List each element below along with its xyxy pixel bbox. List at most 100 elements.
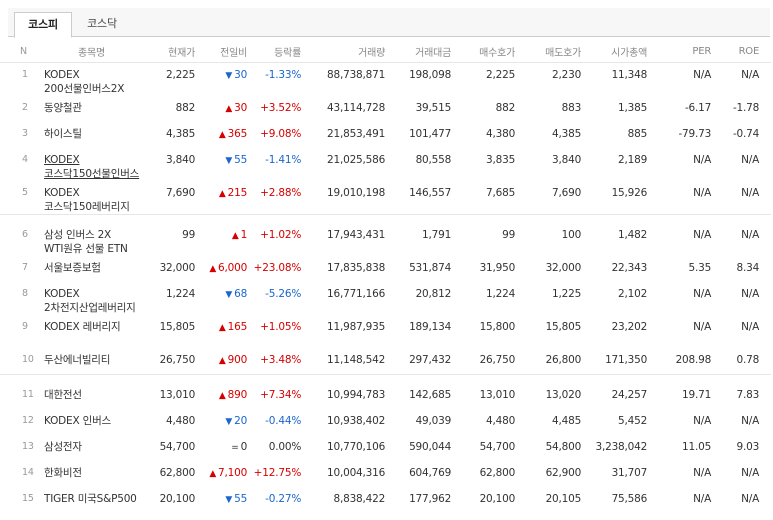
row-number: 1 — [22, 69, 28, 80]
roe-value: 0.78 — [736, 354, 760, 366]
per-value: N/A — [693, 321, 712, 333]
ask-price: 62,900 — [545, 467, 582, 479]
per-value: -79.73 — [678, 128, 712, 140]
table-row[interactable]: 12 KODEX 인버스 4,480 ▼ 20 -0.44% 10,938,402 49,03… — [0, 409, 771, 435]
stock-name-link[interactable]: 대한전선 — [44, 383, 139, 409]
change-amount: 900 — [227, 354, 248, 366]
market-cap: 23,202 — [611, 321, 648, 333]
stock-table: N 종목명 현재가 전일비 등락률 거래량 거래대금 매수호가 매도호가 시가총… — [0, 40, 772, 520]
stock-name-link[interactable]: 두산에너빌리티 — [44, 348, 139, 375]
market-cap: 2,102 — [618, 288, 648, 300]
stock-name-link[interactable]: KODEX 인버스 — [44, 409, 139, 435]
table-row[interactable]: 8 KODEX 2차전지산업레버리지 1,224 ▼ 68 -5.26% 16,771,16… — [0, 282, 771, 315]
roe-value: -1.78 — [732, 102, 760, 114]
stock-name-link[interactable]: 삼성전자 — [44, 435, 139, 461]
row-number: 10 — [22, 354, 34, 365]
stock-name-link[interactable]: TIGER 미국S&P500 — [44, 487, 139, 520]
change-rate: 0.00% — [268, 441, 302, 453]
market-cap: 22,343 — [611, 262, 648, 274]
stock-name-link[interactable]: KODEX 200선물인버스2X — [44, 63, 139, 97]
roe-value: N/A — [741, 229, 760, 241]
stock-name-link[interactable]: 서울보증보험 — [44, 256, 139, 282]
table-row[interactable]: 3 하이스틸 4,385 ▲ 365 +9.08% 21,853,491 101,477 4,3… — [0, 122, 771, 148]
current-price: 62,800 — [159, 467, 196, 479]
stock-name-link[interactable]: 하이스틸 — [44, 122, 139, 148]
market-cap: 1,482 — [618, 229, 648, 241]
table-row[interactable]: 14 한화비전 62,800 ▲ 7,100 +12.75% 10,004,316 604,7… — [0, 461, 771, 487]
col-header-volume: 거래량 — [301, 40, 385, 63]
current-price: 15,805 — [159, 321, 196, 333]
row-number: 5 — [22, 187, 28, 198]
down-arrow-icon: ▼ — [225, 495, 233, 505]
trade-amount: 297,432 — [409, 354, 452, 366]
change-amount: 55 — [234, 493, 248, 505]
table-row[interactable]: 7 서울보증보험 32,000 ▲ 6,000 +23.08% 17,835,838 531,… — [0, 256, 771, 282]
tab-kosdaq[interactable]: 코스닥 — [74, 12, 130, 36]
stock-name-link[interactable]: 삼성 인버스 2X WTI원유 선물 ETN — [44, 223, 139, 256]
change-value: = 0 — [195, 435, 247, 461]
row-number: 4 — [22, 154, 28, 165]
per-value: N/A — [693, 69, 712, 81]
ask-price: 1,225 — [552, 288, 582, 300]
stock-name-link[interactable]: 동양철관 — [44, 96, 139, 122]
volume: 88,738,871 — [326, 69, 386, 81]
stock-name-link[interactable]: 한화비전 — [44, 461, 139, 487]
bid-price: 4,480 — [486, 415, 516, 427]
roe-value: 8.34 — [736, 262, 760, 274]
row-number: 14 — [22, 467, 34, 478]
table-row[interactable]: 13 삼성전자 54,700 = 0 0.00% 10,770,106 590,044 54,7… — [0, 435, 771, 461]
table-row[interactable]: 10 두산에너빌리티 26,750 ▲ 900 +3.48% 11,148,542 297,4… — [0, 348, 771, 375]
ask-price: 13,020 — [545, 389, 582, 401]
row-number: 11 — [22, 389, 34, 400]
change-amount: 365 — [227, 128, 248, 140]
stock-name-link[interactable]: KODEX 2차전지산업레버리지 — [44, 282, 139, 315]
current-price: 20,100 — [159, 493, 196, 505]
row-number: 8 — [22, 288, 28, 299]
table-row[interactable]: 11 대한전선 13,010 ▲ 890 +7.34% 10,994,783 142,685 1… — [0, 383, 771, 409]
volume: 10,004,316 — [326, 467, 386, 479]
bid-price: 7,685 — [486, 187, 516, 199]
market-cap: 5,452 — [618, 415, 648, 427]
current-price: 1,224 — [166, 288, 196, 300]
bid-price: 99 — [502, 229, 516, 241]
stock-name-link[interactable]: KODEX 레버리지 — [44, 315, 139, 348]
current-price: 4,385 — [166, 128, 196, 140]
stock-name-link[interactable]: KODEX 코스닥150레버리지 — [44, 181, 139, 215]
current-price: 13,010 — [159, 389, 196, 401]
tab-kospi[interactable]: 코스피 — [14, 12, 72, 38]
volume: 10,994,783 — [326, 389, 386, 401]
change-rate: -5.26% — [265, 288, 302, 300]
per-value: N/A — [693, 493, 712, 505]
table-row[interactable]: 6 삼성 인버스 2X WTI원유 선물 ETN 99 ▲ 1 +1.02% 17,943,… — [0, 223, 771, 256]
trade-amount: 49,039 — [415, 415, 452, 427]
change-value: ▲ 365 — [195, 122, 247, 148]
table-row[interactable]: 2 동양철관 882 ▲ 30 +3.52% 43,114,728 39,515 882 883 1… — [0, 96, 771, 122]
bid-price: 15,800 — [479, 321, 516, 333]
table-row[interactable]: 5 KODEX 코스닥150레버리지 7,690 ▲ 215 +2.88% 19,010,1… — [0, 181, 771, 215]
per-value: N/A — [693, 415, 712, 427]
per-value: N/A — [693, 154, 712, 166]
change-value: ▼ 68 — [195, 282, 247, 315]
ask-price: 54,800 — [545, 441, 582, 453]
ask-price: 32,000 — [545, 262, 582, 274]
ask-price: 3,840 — [552, 154, 582, 166]
per-value: 208.98 — [675, 354, 712, 366]
col-header-ask: 매도호가 — [515, 40, 581, 63]
bid-price: 2,225 — [486, 69, 516, 81]
ask-price: 883 — [561, 102, 582, 114]
table-row[interactable]: 1 KODEX 200선물인버스2X 2,225 ▼ 30 -1.33% 88,738,87… — [0, 63, 771, 97]
up-arrow-icon: ▲ — [231, 231, 239, 241]
change-value: ▲ 165 — [195, 315, 247, 348]
trade-amount: 177,962 — [409, 493, 452, 505]
table-row[interactable]: 15 TIGER 미국S&P500 20,100 ▼ 55 -0.27% 8,838,422… — [0, 487, 771, 520]
change-amount: 55 — [234, 154, 248, 166]
table-row[interactable]: 9 KODEX 레버리지 15,805 ▲ 165 +1.05% 11,987,935 189… — [0, 315, 771, 348]
volume: 17,835,838 — [326, 262, 386, 274]
market-cap: 15,926 — [611, 187, 648, 199]
change-rate: +2.88% — [260, 187, 302, 199]
change-amount: 890 — [227, 389, 248, 401]
per-value: N/A — [693, 187, 712, 199]
stock-name-link[interactable]: KODEX 코스닥150선물인버스 — [44, 148, 139, 181]
table-row[interactable]: 4 KODEX 코스닥150선물인버스 3,840 ▼ 55 -1.41% 21,025,5… — [0, 148, 771, 181]
change-value: ▼ 55 — [195, 487, 247, 520]
